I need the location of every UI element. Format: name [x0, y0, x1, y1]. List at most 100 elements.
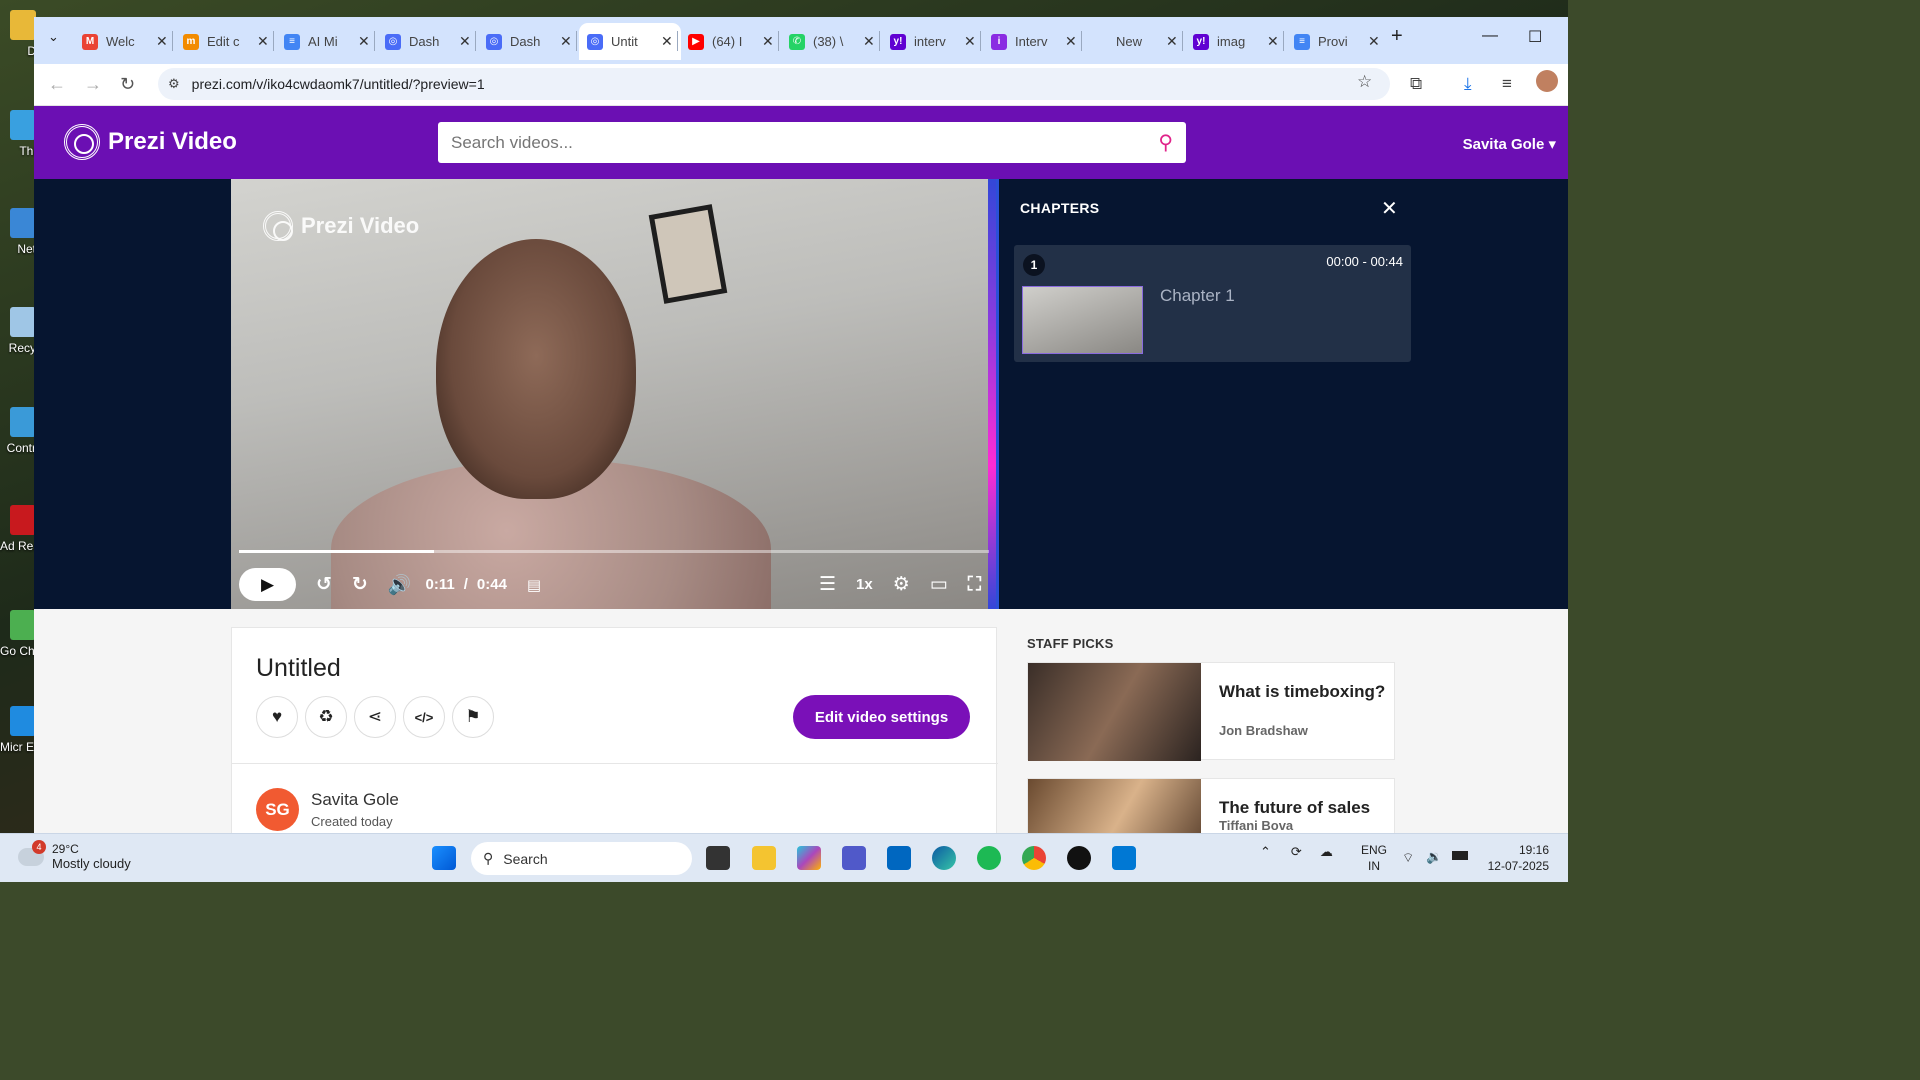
close-chapters-icon[interactable]: ✕ — [1381, 196, 1398, 221]
reload-icon[interactable]: ↻ — [120, 74, 135, 95]
wifi-icon[interactable]: ⌔ — [1402, 850, 1414, 866]
onedrive-off-icon[interactable]: ☁ — [1320, 844, 1333, 860]
chatgpt-icon[interactable] — [1067, 846, 1091, 870]
tab-11[interactable]: y! imag ✕ — [1185, 23, 1287, 60]
photos-icon[interactable] — [1112, 846, 1136, 870]
chapter-number: 1 — [1023, 254, 1045, 276]
desktop-icon-7[interactable]: Micr Ec — [0, 706, 36, 754]
tab-close-icon[interactable]: ✕ — [1166, 33, 1178, 50]
tab-9[interactable]: i Interv ✕ — [983, 23, 1085, 60]
language-indicator[interactable]: ENG IN — [1361, 842, 1387, 874]
theater-mode-icon[interactable]: ▭ — [930, 573, 948, 596]
profile-avatar-icon[interactable] — [1536, 70, 1558, 92]
show-hidden-icon[interactable]: ⌃ — [1260, 844, 1271, 860]
tab-close-icon[interactable]: ✕ — [257, 33, 269, 50]
forward-5-icon[interactable]: ↻ — [352, 573, 368, 596]
desktop-icon-0[interactable]: D — [0, 10, 36, 58]
speed-button[interactable]: 1x — [856, 576, 873, 593]
search-icon[interactable]: ⚲ — [1158, 130, 1173, 155]
desktop-icon-4[interactable]: Contr — [0, 407, 36, 455]
tab-close-icon[interactable]: ✕ — [661, 33, 673, 50]
tab-1[interactable]: m Edit c ✕ — [175, 23, 277, 60]
battery-icon[interactable] — [1452, 851, 1468, 860]
desktop-icon-2[interactable]: Net — [0, 208, 36, 256]
volume-tray-icon[interactable]: 🔉 — [1426, 849, 1442, 865]
tab-2[interactable]: ≡ AI Mi ✕ — [276, 23, 378, 60]
edit-video-settings-button[interactable]: Edit video settings — [793, 695, 970, 739]
embed-code-icon[interactable]: </> — [403, 696, 445, 738]
tab-close-icon[interactable]: ✕ — [863, 33, 875, 50]
taskbar-search[interactable]: ⚲ Search — [471, 842, 692, 875]
tab-7[interactable]: ✆ (38) \ ✕ — [781, 23, 883, 60]
prezi-logo[interactable]: Prezi Video — [64, 124, 237, 160]
play-button[interactable]: ▶ — [239, 568, 296, 601]
tab-close-icon[interactable]: ✕ — [459, 33, 471, 50]
tab-3[interactable]: ◎ Dash ✕ — [377, 23, 479, 60]
settings-gear-icon[interactable]: ⚙ — [893, 573, 910, 596]
chapter-item[interactable]: 1 00:00 - 00:44 Chapter 1 — [1014, 245, 1411, 362]
video-player[interactable]: Prezi Video ▶ ↺ ↻ 🔊 0:11 / 0:44 ▤ ☰ 1x ⚙… — [231, 179, 996, 609]
sync-icon[interactable]: ⟳ — [1291, 844, 1302, 860]
volume-icon[interactable]: 🔊 — [388, 573, 412, 597]
staff-pick-card[interactable]: The future of sales Tiffani Bova — [1027, 778, 1395, 833]
tab-close-icon[interactable]: ✕ — [560, 33, 572, 50]
avatar[interactable]: SG — [256, 788, 299, 831]
video-search-input[interactable]: Search videos... ⚲ — [438, 122, 1186, 163]
captions-icon[interactable]: ▤ — [527, 576, 541, 594]
task-view-icon[interactable] — [706, 846, 730, 870]
tab-close-icon[interactable]: ✕ — [762, 33, 774, 50]
tab-close-icon[interactable]: ✕ — [1368, 33, 1380, 50]
tab-close-icon[interactable]: ✕ — [964, 33, 976, 50]
extensions-icon[interactable]: ⧉ — [1410, 74, 1422, 94]
weather-widget[interactable]: 4 29°C Mostly cloudy — [18, 839, 131, 871]
bookmark-star-icon[interactable]: ☆ — [1357, 72, 1372, 92]
rewind-5-icon[interactable]: ↺ — [316, 573, 332, 596]
progress-bar[interactable] — [239, 550, 989, 553]
tab-5[interactable]: ◎ Untit ✕ — [579, 23, 681, 60]
tab-separator — [879, 31, 880, 51]
tab-12[interactable]: ≡ Provi ✕ — [1286, 23, 1388, 60]
like-heart-icon[interactable]: ♥ — [256, 696, 298, 738]
tab-0[interactable]: M Welc ✕ — [74, 23, 176, 60]
desktop-icon-1[interactable]: Thi — [0, 110, 36, 158]
tab-4[interactable]: ◎ Dash ✕ — [478, 23, 580, 60]
maximize-icon[interactable]: ☐ — [1528, 27, 1542, 47]
desktop-icon-6[interactable]: Go Chr — [0, 610, 36, 658]
chapters-list-icon[interactable]: ☰ — [819, 573, 836, 596]
file-explorer-icon[interactable] — [752, 846, 776, 870]
tab-title: imag — [1217, 34, 1246, 49]
staff-pick-card[interactable]: What is timeboxing? Jon Bradshaw — [1027, 662, 1395, 761]
tab-search-icon[interactable]: ⌄ — [48, 29, 59, 45]
reuse-icon[interactable]: ♻ — [305, 696, 347, 738]
minimize-icon[interactable]: — — [1482, 27, 1498, 45]
copilot-icon[interactable] — [797, 846, 821, 870]
download-icon[interactable]: ⤓ — [1464, 74, 1472, 94]
tab-10[interactable]: New ✕ — [1084, 23, 1186, 60]
report-flag-icon[interactable]: ⚑ — [452, 696, 494, 738]
back-icon[interactable]: ← — [48, 74, 66, 95]
chrome-icon[interactable] — [1022, 846, 1046, 870]
edge-icon[interactable] — [932, 846, 956, 870]
tab-close-icon[interactable]: ✕ — [156, 33, 168, 50]
spotify-icon[interactable] — [977, 846, 1001, 870]
desktop-icon-5[interactable]: Ad Read — [0, 505, 36, 553]
clock[interactable]: 19:16 12-07-2025 — [1484, 842, 1549, 874]
media-control-icon[interactable]: ≡ — [1502, 74, 1512, 94]
tab-8[interactable]: y! interv ✕ — [882, 23, 984, 60]
user-menu[interactable]: Savita Gole ▾ — [1463, 135, 1556, 153]
start-icon[interactable] — [432, 846, 456, 870]
site-info-icon[interactable]: ⚙ — [168, 76, 180, 92]
address-bar[interactable]: ⚙ prezi.com/v/iko4cwdaomk7/untitled/?pre… — [158, 68, 1390, 100]
teams-icon[interactable] — [842, 846, 866, 870]
tab-close-icon[interactable]: ✕ — [1065, 33, 1077, 50]
new-tab-icon[interactable]: + — [1391, 25, 1403, 48]
author-name[interactable]: Savita Gole — [311, 790, 399, 810]
fullscreen-icon[interactable]: ⛶ — [968, 574, 981, 596]
tab-close-icon[interactable]: ✕ — [358, 33, 370, 50]
tab-6[interactable]: ▶ (64) I ✕ — [680, 23, 782, 60]
tab-close-icon[interactable]: ✕ — [1267, 33, 1279, 50]
desktop-icon-3[interactable]: Recy — [0, 307, 36, 355]
forward-icon[interactable]: → — [84, 74, 102, 95]
share-icon[interactable]: ⋖ — [354, 696, 396, 738]
store-icon[interactable] — [887, 846, 911, 870]
